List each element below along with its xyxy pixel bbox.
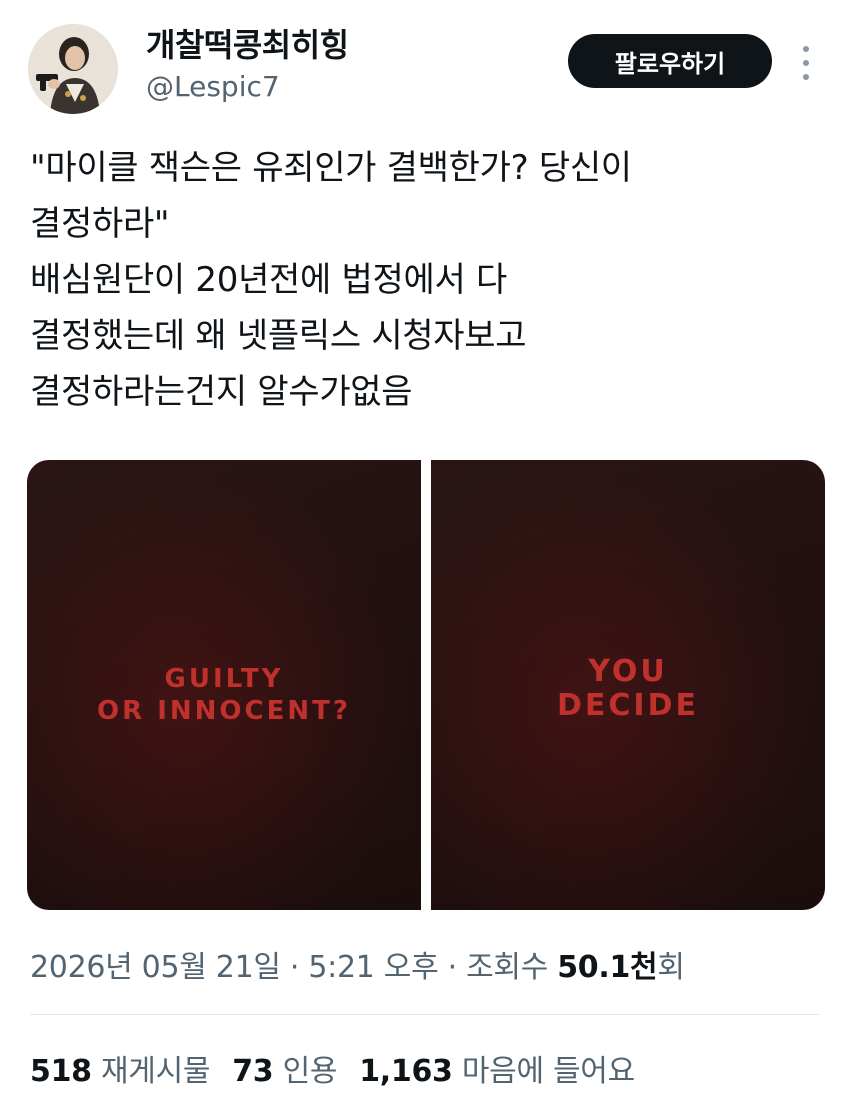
user-handle[interactable]: @Lespic7 — [146, 70, 280, 103]
more-vertical-icon[interactable] — [800, 46, 812, 80]
tweet-text-line: "마이클 잭슨은 유죄인가 결백한가? 당신이 — [30, 148, 632, 188]
tweet-meta: 2026년 05월 21일 · 5:21 오후 · 조회수 50.1천회 — [30, 942, 685, 986]
engagement-stats: 518 재게시물 73 인용 1,163 마음에 들어요 — [30, 1046, 635, 1090]
tweet-text-line: 결정하라" — [30, 204, 170, 244]
views-count: 50.1천 — [557, 950, 658, 985]
tweet-text: "마이클 잭슨은 유죄인가 결백한가? 당신이 결정하라" 배심원단이 20년전… — [30, 140, 820, 420]
media-caption-left: GUILTY OR INNOCENT? — [97, 664, 351, 726]
views-suffix: 회 — [657, 950, 685, 985]
quotes-stat[interactable]: 73 인용 — [232, 1054, 337, 1089]
tweet-media[interactable]: GUILTY OR INNOCENT? YOU DECIDE — [27, 460, 825, 910]
display-name[interactable]: 개찰떡콩최히힝 — [146, 20, 349, 66]
media-image-right[interactable]: YOU DECIDE — [431, 460, 825, 910]
avatar[interactable] — [28, 24, 118, 114]
likes-count: 1,163 — [359, 1054, 453, 1089]
quotes-label: 인용 — [282, 1054, 338, 1089]
reposts-label: 재게시물 — [100, 1054, 211, 1089]
media-caption-right: YOU DECIDE — [557, 654, 699, 723]
tweet-timestamp[interactable]: 2026년 05월 21일 · 5:21 오후 · 조회수 — [30, 950, 557, 985]
follow-button[interactable]: 팔로우하기 — [568, 34, 772, 88]
media-image-left[interactable]: GUILTY OR INNOCENT? — [27, 460, 421, 910]
tweet-card: 개찰떡콩최히힝 @Lespic7 팔로우하기 "마이클 잭슨은 유죄인가 결백한… — [0, 0, 850, 1103]
tweet-text-line: 결정하라는건지 알수가없음 — [30, 372, 413, 412]
reposts-stat[interactable]: 518 재게시물 — [30, 1054, 210, 1089]
divider — [30, 1014, 820, 1015]
likes-label: 마음에 들어요 — [461, 1054, 635, 1089]
avatar-image — [28, 24, 118, 114]
reposts-count: 518 — [30, 1054, 92, 1089]
tweet-text-line: 배심원단이 20년전에 법정에서 다 — [30, 260, 507, 300]
tweet-text-line: 결정했는데 왜 넷플릭스 시청자보고 — [30, 316, 527, 356]
quotes-count: 73 — [232, 1054, 274, 1089]
likes-stat[interactable]: 1,163 마음에 들어요 — [359, 1054, 635, 1089]
